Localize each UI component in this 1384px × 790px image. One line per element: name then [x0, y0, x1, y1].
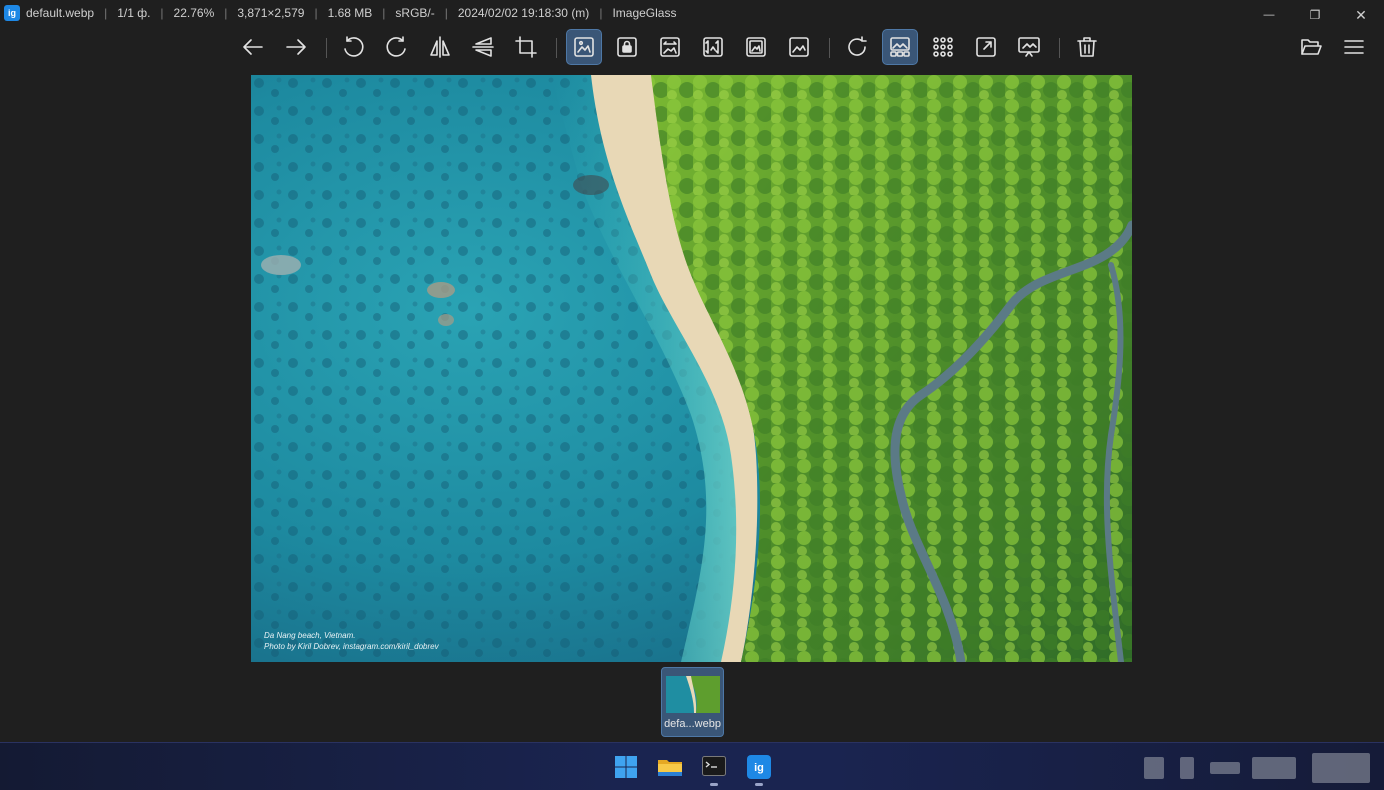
separator: |: [599, 6, 603, 20]
main-menu-button[interactable]: [1336, 29, 1372, 65]
tray-icon-blurred[interactable]: [1210, 762, 1240, 774]
flip-horizontal-button[interactable]: [422, 29, 458, 65]
separator: |: [160, 6, 164, 20]
toolbar-divider: [829, 38, 830, 58]
grid-icon: [933, 37, 953, 57]
rotate-left-button[interactable]: [335, 29, 371, 65]
scale-fit-icon: [746, 37, 766, 57]
imageglass-taskbar-button[interactable]: ig: [745, 753, 773, 786]
refresh-icon: [848, 36, 867, 56]
image-index-text: 1/1 ф.: [117, 6, 151, 20]
taskbar: ig: [0, 742, 1384, 790]
refresh-button[interactable]: [839, 29, 875, 65]
flip-vertical-icon: [472, 37, 494, 57]
fullscreen-icon: [976, 37, 996, 57]
scale-height-icon: [703, 37, 723, 57]
start-button[interactable]: [612, 753, 640, 781]
auto-zoom-icon: [574, 37, 594, 57]
toggle-gallery-button[interactable]: [882, 29, 918, 65]
next-image-button[interactable]: [278, 29, 314, 65]
previous-image-button[interactable]: [235, 29, 271, 65]
filesize-text: 1.68 MB: [327, 6, 373, 20]
gallery-icon: [890, 37, 910, 57]
toolbar-divider: [556, 38, 557, 58]
scale-to-fill-button[interactable]: [781, 29, 817, 65]
caption-line-1: Da Nang beach, Vietnam.: [264, 631, 356, 640]
thumbnail-label: defa...webp: [664, 718, 721, 730]
scale-to-width-button[interactable]: [652, 29, 688, 65]
app-name-text: ImageGlass: [612, 6, 677, 20]
slideshow-icon: [1018, 37, 1040, 57]
terminal-button[interactable]: [700, 753, 728, 786]
arrow-left-icon: [243, 39, 263, 55]
file-explorer-icon: [658, 760, 682, 776]
close-icon: ✕: [1355, 6, 1367, 23]
toolbar-divider: [1059, 38, 1060, 58]
caption-line-2: Photo by Kiril Dobrev, instagram.com/kir…: [264, 642, 439, 651]
crop-icon: [515, 36, 537, 58]
imageglass-app-icon: ig: [747, 755, 771, 779]
datetime-text: 2024/02/02 19:18:30 (m): [457, 6, 590, 20]
separator: |: [104, 6, 108, 20]
separator: |: [444, 6, 448, 20]
terminal-icon: [702, 756, 726, 776]
dimensions-text: 3,871×2,579: [237, 6, 305, 20]
scale-to-fit-button[interactable]: [738, 29, 774, 65]
toggle-checkerboard-button[interactable]: [925, 29, 961, 65]
filename-text: default.webp: [26, 6, 95, 20]
tray-icon-blurred[interactable]: [1252, 757, 1296, 779]
zoom-text: 22.76%: [173, 6, 215, 20]
hamburger-menu-icon: [1344, 40, 1364, 54]
separator: |: [382, 6, 386, 20]
clock-blurred[interactable]: [1312, 753, 1370, 783]
trash-icon: [1077, 37, 1097, 57]
minimize-button[interactable]: —: [1246, 0, 1292, 30]
color-profile-text: sRGB/-: [395, 6, 435, 20]
scale-fill-icon: [789, 37, 809, 57]
rotate-right-button[interactable]: [379, 29, 415, 65]
crop-button[interactable]: [508, 29, 544, 65]
open-file-button[interactable]: [1293, 29, 1329, 65]
lock-zoom-button[interactable]: [609, 29, 645, 65]
imageglass-logo-icon: ig: [4, 5, 20, 21]
title-bar: ig default.webp | 1/1 ф. | 22.76% | 3,87…: [0, 0, 1384, 26]
toolbar-divider: [326, 38, 327, 58]
auto-zoom-button[interactable]: [566, 29, 602, 65]
rotate-left-icon: [344, 36, 364, 57]
separator: |: [314, 6, 318, 20]
slideshow-button[interactable]: [1011, 29, 1047, 65]
folder-open-icon: [1301, 39, 1322, 55]
rotate-right-icon: [386, 36, 406, 57]
separator: |: [224, 6, 228, 20]
scale-width-icon: [660, 37, 680, 57]
image-info: default.webp | 1/1 ф. | 22.76% | 3,871×2…: [26, 6, 676, 20]
thumbnail-image: [666, 676, 720, 713]
toolbar: [0, 28, 1384, 68]
lock-zoom-icon: [617, 37, 637, 57]
file-explorer-button[interactable]: [656, 753, 684, 781]
aerial-beach-photo: [251, 75, 1132, 662]
scale-to-height-button[interactable]: [695, 29, 731, 65]
flip-vertical-button[interactable]: [465, 29, 501, 65]
restore-button[interactable]: ❐: [1292, 0, 1338, 30]
tray-icon-blurred[interactable]: [1180, 757, 1194, 779]
running-indicator: [710, 783, 718, 786]
windows-start-icon: [615, 756, 637, 778]
close-button[interactable]: ✕: [1338, 0, 1384, 30]
image-viewer[interactable]: Da Nang beach, Vietnam. Photo by Kiril D…: [251, 75, 1132, 662]
flip-horizontal-icon: [430, 36, 450, 58]
svg-text:ig: ig: [754, 762, 764, 774]
fullscreen-button[interactable]: [968, 29, 1004, 65]
running-indicator: [755, 783, 763, 786]
delete-button[interactable]: [1069, 29, 1105, 65]
photo-caption: Da Nang beach, Vietnam. Photo by Kiril D…: [264, 630, 439, 652]
tray-icon-blurred[interactable]: [1144, 757, 1164, 779]
restore-icon: ❐: [1309, 8, 1321, 22]
window-controls: — ❐ ✕: [1246, 0, 1384, 30]
gallery-thumbnail[interactable]: defa...webp: [661, 667, 724, 737]
arrow-right-icon: [286, 39, 306, 55]
minimize-icon: —: [1263, 9, 1275, 21]
